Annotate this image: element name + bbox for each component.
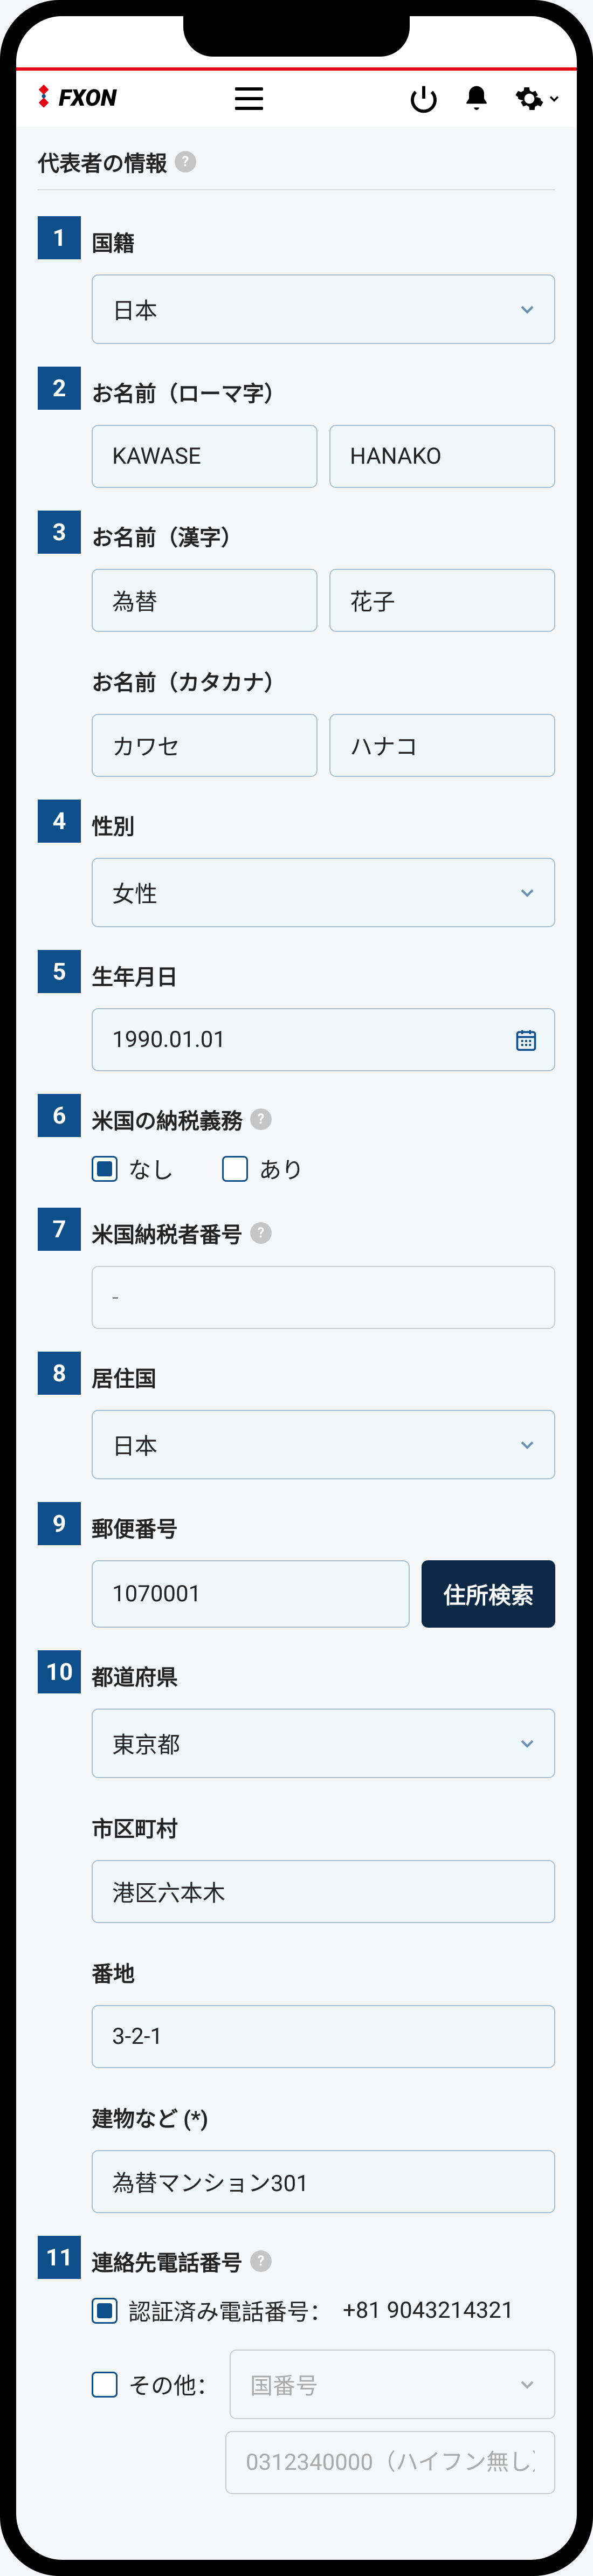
prefecture-select[interactable]: 東京都 <box>92 1709 555 1778</box>
step-badge-2: 2 <box>38 367 81 410</box>
phone-label: 連絡先電話番号 ? <box>92 2236 555 2286</box>
step-badge-7: 7 <box>38 1208 81 1251</box>
nationality-select[interactable]: 日本 <box>92 274 555 344</box>
name-roman-label: お名前（ローマ字） <box>92 367 555 417</box>
name-kana-label: お名前（カタカナ） <box>92 656 555 706</box>
divider <box>38 189 555 190</box>
us-tax-yes-option[interactable]: あり <box>222 1152 304 1185</box>
us-tax-no-option[interactable]: なし <box>92 1152 174 1185</box>
step-badge-6: 6 <box>38 1094 81 1137</box>
help-icon[interactable]: ? <box>250 1222 272 1244</box>
city-input[interactable] <box>92 1860 555 1923</box>
us-tax-label: 米国の納税義務 ? <box>92 1094 555 1145</box>
residence-label: 居住国 <box>92 1352 555 1402</box>
zip-label: 郵便番号 <box>92 1502 555 1553</box>
checkbox-checked-icon <box>92 1156 118 1182</box>
phone-number-input[interactable] <box>225 2431 555 2494</box>
prefecture-label: 都道府県 <box>92 1650 555 1701</box>
name-kanji-last-input[interactable] <box>92 569 318 632</box>
address-search-button[interactable]: 住所検索 <box>422 1560 555 1628</box>
checkbox-icon[interactable] <box>92 2372 118 2398</box>
menu-icon[interactable] <box>235 87 263 110</box>
step-badge-1: 1 <box>38 216 81 259</box>
step-badge-11: 11 <box>38 2236 81 2279</box>
help-icon[interactable]: ? <box>250 1108 272 1130</box>
name-roman-last-input[interactable] <box>92 425 318 488</box>
phone-verified-label: 認証済み電話番号： <box>128 2294 332 2327</box>
residence-select[interactable]: 日本 <box>92 1410 555 1479</box>
help-icon[interactable]: ? <box>250 2250 272 2272</box>
name-kana-first-input[interactable] <box>329 714 555 777</box>
step-badge-5: 5 <box>38 950 81 993</box>
us-tax-id-input <box>92 1266 555 1329</box>
building-input[interactable] <box>92 2150 555 2213</box>
phone-other-label: その他： <box>128 2368 219 2401</box>
name-kana-last-input[interactable] <box>92 714 318 777</box>
logo[interactable]: FXON <box>31 84 209 114</box>
name-kanji-label: お名前（漢字） <box>92 511 555 561</box>
section-title: 代表者の情報 ? <box>38 146 555 177</box>
dob-input[interactable] <box>92 1008 555 1071</box>
gear-icon[interactable] <box>514 84 544 114</box>
gender-select[interactable]: 女性 <box>92 858 555 927</box>
step-badge-3: 3 <box>38 511 81 554</box>
gender-label: 性別 <box>92 800 555 850</box>
help-icon[interactable]: ? <box>175 151 196 173</box>
chevron-down-icon[interactable] <box>547 91 562 106</box>
checkbox-icon <box>222 1156 248 1182</box>
dob-label: 生年月日 <box>92 950 555 1001</box>
step-badge-9: 9 <box>38 1502 81 1545</box>
name-roman-first-input[interactable] <box>329 425 555 488</box>
name-kanji-first-input[interactable] <box>329 569 555 632</box>
phone-country-code-select[interactable]: 国番号 <box>230 2350 555 2419</box>
power-icon[interactable] <box>409 84 439 114</box>
street-input[interactable] <box>92 2005 555 2068</box>
city-label: 市区町村 <box>92 1802 555 1852</box>
nationality-label: 国籍 <box>92 216 555 267</box>
phone-verified-value: +81 9043214321 <box>343 2297 514 2324</box>
step-badge-4: 4 <box>38 800 81 843</box>
street-label: 番地 <box>92 1947 555 1998</box>
zip-input[interactable] <box>92 1560 410 1628</box>
checkbox-checked-icon[interactable] <box>92 2298 118 2324</box>
svg-text:FXON: FXON <box>59 85 118 112</box>
step-badge-8: 8 <box>38 1352 81 1395</box>
building-label: 建物など (*) <box>92 2092 555 2143</box>
us-tax-id-label: 米国納税者番号 ? <box>92 1208 555 1258</box>
bell-icon[interactable] <box>461 84 492 114</box>
step-badge-10: 10 <box>38 1650 81 1693</box>
header: FXON <box>16 71 577 127</box>
